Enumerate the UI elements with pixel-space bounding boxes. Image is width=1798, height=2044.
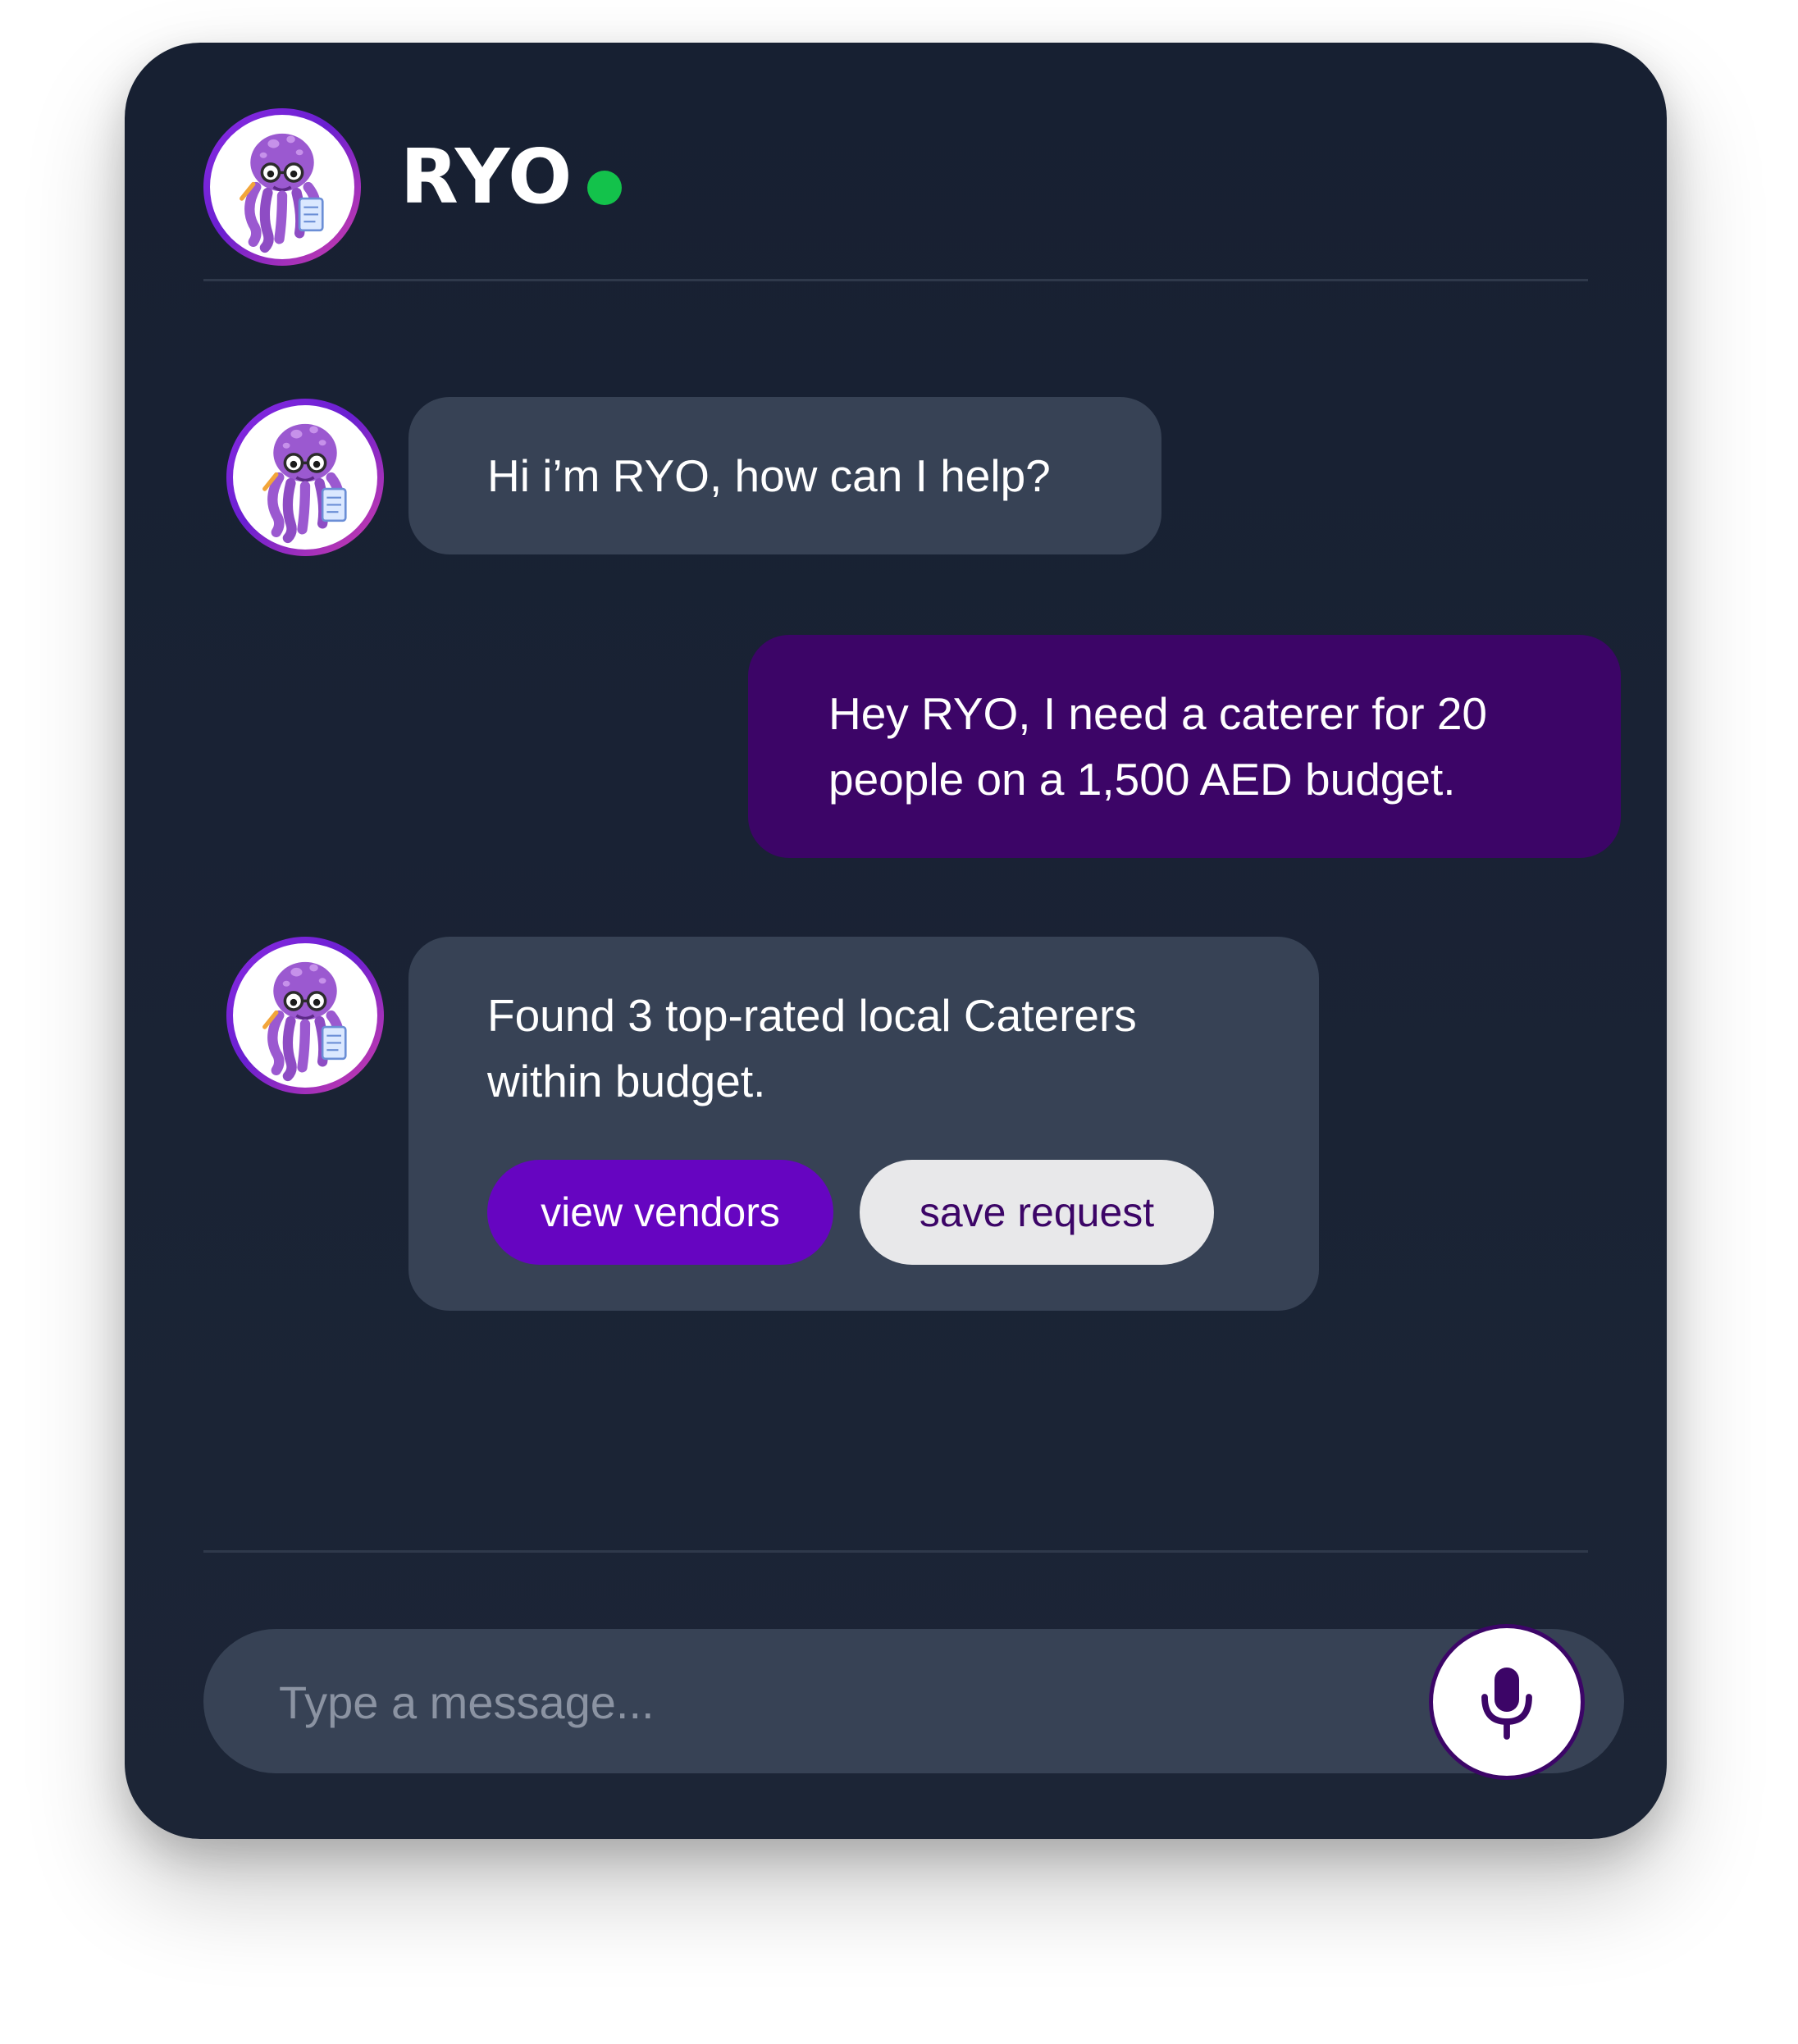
message-avatar	[226, 399, 384, 556]
mic-button[interactable]	[1429, 1624, 1585, 1780]
save-request-button[interactable]: save request	[860, 1160, 1214, 1265]
user-message-bubble: Hey RYO, I need a caterer for 20 people …	[748, 635, 1621, 858]
octopus-mascot-icon	[233, 405, 377, 550]
bot-message-bubble: Found 3 top-rated local Caterers within …	[408, 937, 1319, 1311]
octopus-mascot-icon	[233, 943, 377, 1088]
message-text: Found 3 top-rated local Caterers within …	[487, 990, 1137, 1106]
chat-window: RYO Hi i’m RYO, how can I help? Hey RYO,…	[125, 43, 1667, 1839]
composer-divider	[203, 1550, 1588, 1553]
chat-title: RYO	[400, 133, 573, 221]
online-status-indicator	[587, 171, 622, 205]
message-avatar	[226, 937, 384, 1094]
bot-avatar	[203, 108, 361, 266]
view-vendors-button[interactable]: view vendors	[487, 1160, 833, 1265]
message-text: Hey RYO, I need a caterer for 20 people …	[828, 688, 1488, 805]
bot-message-bubble: Hi i’m RYO, how can I help?	[408, 397, 1161, 554]
message-composer	[203, 1624, 1624, 1780]
message-input[interactable]	[277, 1629, 1429, 1775]
octopus-mascot-icon	[210, 115, 354, 259]
message-text: Hi i’m RYO, how can I help?	[487, 450, 1051, 501]
microphone-icon	[1481, 1668, 1532, 1740]
header-divider	[203, 279, 1588, 281]
